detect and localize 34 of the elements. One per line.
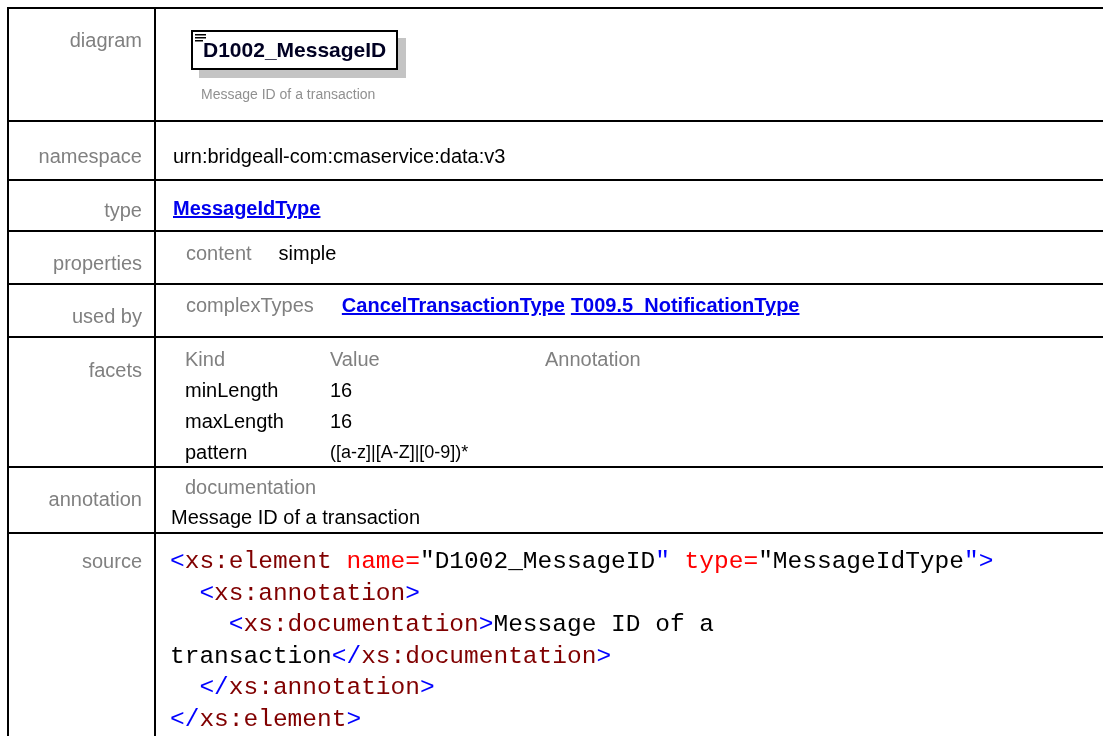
code-line: </xs:annotation> [198,673,435,703]
column-header: Value [330,347,381,372]
facet-value: 16 [330,378,354,403]
column-header: Kind [185,347,227,372]
row-label: diagram [69,29,142,51]
code-line: <xs:element name="D1002_MessageID" type="MessageIdType"> [170,547,994,577]
annotation-heading: documentation [185,475,318,500]
code-line: </xs:element> [170,704,362,735]
row-label: namespace [38,145,142,167]
property-value: simple [278,241,337,266]
facet-kind: minLength [185,378,280,403]
facet-kind: pattern [185,440,249,465]
type-link[interactable]: MessageIdType [173,197,321,219]
row-label: annotation [48,488,142,510]
type-link[interactable]: T009.5_NotificationType [570,290,800,320]
code-line: <xs:documentation>Message ID of a [227,610,714,640]
column-header: Annotation [545,347,642,372]
lines-icon [195,34,206,42]
row-label: facets [88,359,142,381]
facet-value: 16 [330,409,354,434]
type-link[interactable]: CancelTransactionType [341,290,565,320]
used-by-category: complexTypes [186,293,314,318]
annotation-text: Message ID of a transaction [171,505,421,530]
namespace-value: urn:bridgeall-com:cmaservice:data:v3 [173,145,506,167]
element-description: Message ID of a transaction [201,84,376,104]
row-label: properties [53,252,142,274]
code-line: transaction</xs:documentation> [170,641,612,672]
facet-value: ([a-z]|[A-Z]|[0-9])* [330,441,470,464]
row-label: source [81,550,142,572]
code-line: <xs:annotation> [198,578,420,609]
row-label: type [104,199,142,221]
row-label: used by [71,305,142,327]
property-key: content [186,238,252,268]
facet-kind: maxLength [185,409,285,434]
